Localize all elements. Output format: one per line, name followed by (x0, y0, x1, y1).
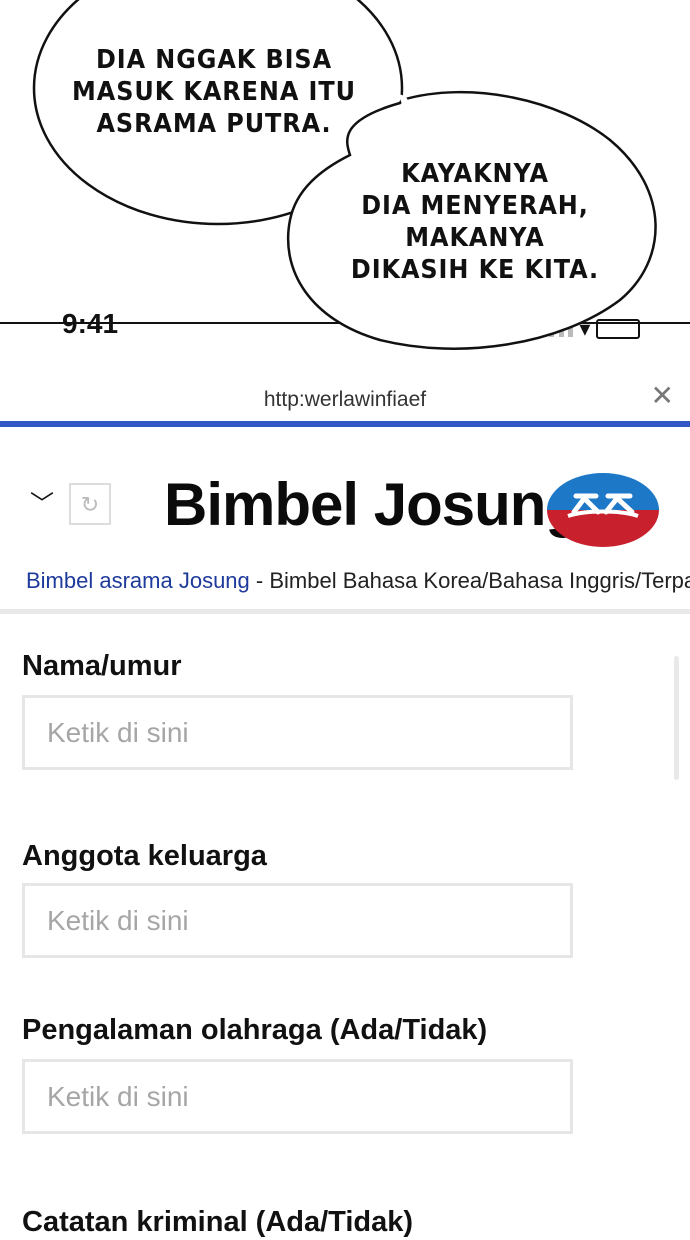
site-logo (547, 473, 659, 547)
url-bar-underline (0, 421, 690, 427)
field-label-name-age: Nama/umur (22, 650, 182, 682)
sports-input[interactable] (22, 1059, 573, 1134)
site-header: ﹀ ↻ Bimbel Josung (0, 460, 690, 560)
speech-bubble-2-text: KAYAKNYA DIA MENYERAH, MAKANYA DIKASIH K… (350, 159, 600, 285)
site-subline: Bimbel asrama Josung - Bimbel Bahasa Kor… (26, 568, 690, 594)
field-label-sports: Pengalaman olahraga (Ada/Tidak) (22, 1014, 488, 1046)
speech-bubble-1-text: DIA NGGAK BISA MASUK KARENA ITU ASRAMA P… (72, 45, 356, 139)
section-divider (0, 609, 690, 614)
site-description: - Bimbel Bahasa Korea/Bahasa Inggris/Ter… (249, 568, 690, 593)
field-label-criminal: Catatan kriminal (Ada/Tidak) (22, 1206, 414, 1238)
site-link[interactable]: Bimbel asrama Josung (26, 568, 250, 593)
family-input[interactable] (22, 883, 573, 958)
field-label-family: Anggota keluarga (22, 840, 267, 872)
reload-icon[interactable]: ↻ (69, 483, 111, 525)
scrollbar[interactable] (674, 656, 679, 780)
name-age-input[interactable] (22, 695, 573, 770)
chevron-down-icon[interactable]: ﹀ (30, 484, 54, 519)
site-title: Bimbel Josung (164, 471, 582, 538)
url-bar: http:werlawinfiaef ✕ (0, 372, 690, 420)
url-text[interactable]: http:werlawinfiaef (0, 388, 690, 412)
close-icon[interactable]: ✕ (651, 382, 674, 410)
